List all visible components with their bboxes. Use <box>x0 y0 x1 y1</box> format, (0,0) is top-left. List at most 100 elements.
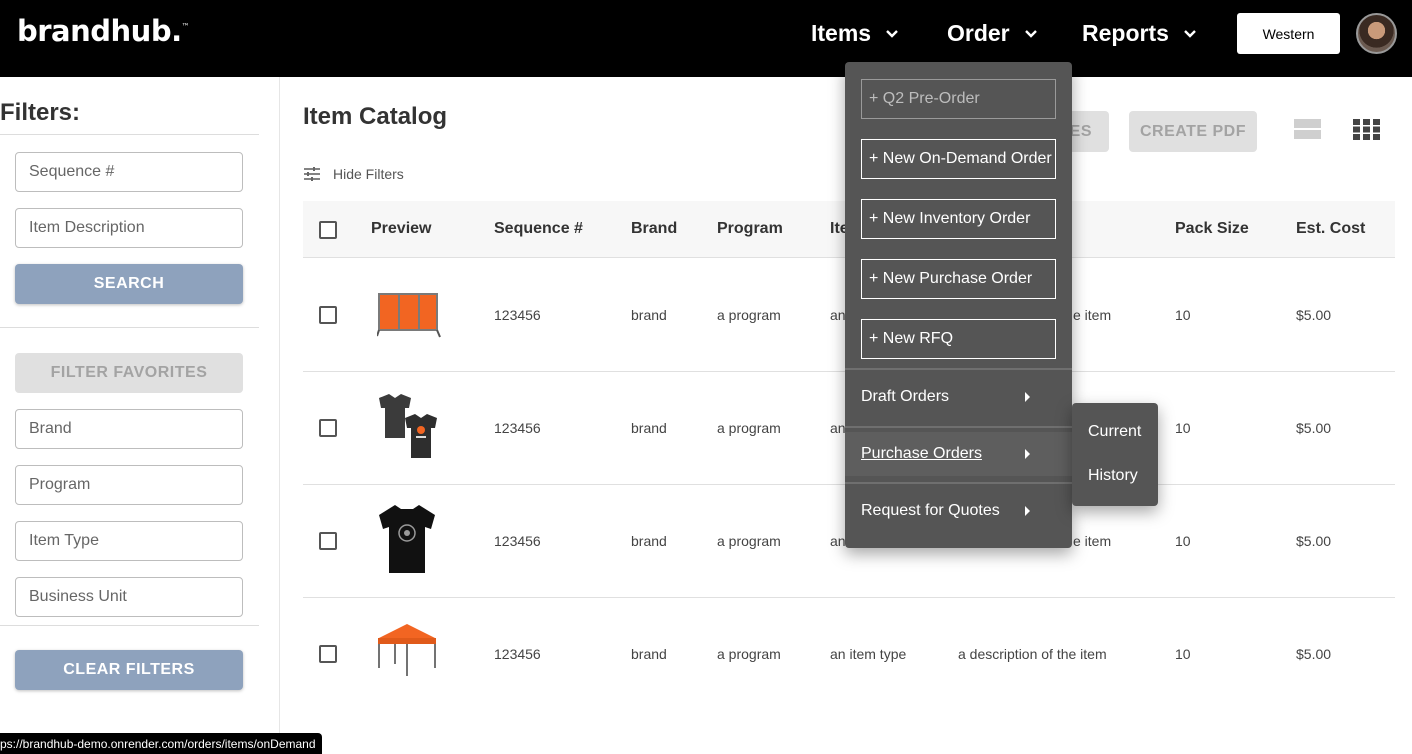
purchase-orders-label: Purchase Orders <box>861 445 982 462</box>
menu-divider <box>845 426 1072 428</box>
column-brand[interactable]: Brand <box>631 220 677 238</box>
logo-text: brandhub <box>17 14 172 48</box>
cell-sequence: 123456 <box>494 533 541 549</box>
cell-brand: brand <box>631 420 667 436</box>
new-on-demand-order-button[interactable]: + New On-Demand Order <box>861 139 1056 179</box>
filter-favorites-button[interactable]: FILTER FAVORITES <box>15 353 243 393</box>
filters-sidebar: Filters: Sequence # Item Description SEA… <box>0 77 280 754</box>
cell-item-type: an item type <box>830 646 907 662</box>
column-preview[interactable]: Preview <box>371 220 431 238</box>
column-est-cost[interactable]: Est. Cost <box>1296 220 1365 238</box>
caret-right-icon <box>1025 449 1030 459</box>
cell-brand: brand <box>631 307 667 323</box>
cell-sequence: 123456 <box>494 307 541 323</box>
cell-est-cost: $5.00 <box>1296 533 1332 549</box>
chevron-down-icon <box>1184 29 1196 38</box>
brandhub-logo[interactable]: brandhub.™ <box>17 14 190 48</box>
user-avatar[interactable] <box>1356 13 1397 54</box>
sequence-number-field[interactable]: Sequence # <box>15 152 243 192</box>
filters-title: Filters: <box>0 99 81 126</box>
cell-est-cost: $5.00 <box>1296 646 1332 662</box>
gray-tshirts-image <box>379 394 437 458</box>
page-title: Item Catalog <box>303 103 448 130</box>
request-for-quotes-menu-item[interactable]: Request for Quotes <box>861 502 1056 520</box>
order-dropdown-menu: + Q2 Pre-Order + New On-Demand Order + N… <box>845 62 1072 548</box>
nav-items-label: Items <box>811 20 872 46</box>
chevron-down-icon <box>886 29 898 38</box>
item-description-field[interactable]: Item Description <box>15 208 243 248</box>
top-navbar: brandhub.™ Items Order Reports Western <box>0 0 1412 77</box>
nav-reports-label: Reports <box>1082 20 1169 46</box>
cell-pack-size: 10 <box>1175 533 1191 549</box>
nav-items-menu[interactable]: Items <box>811 20 899 47</box>
purchase-orders-submenu: Current History <box>1072 403 1158 506</box>
create-pdf-button[interactable]: CREATE PDF <box>1129 111 1257 152</box>
cell-program: a program <box>717 420 781 436</box>
business-unit-filter-field[interactable]: Business Unit <box>15 577 243 617</box>
cell-pack-size: 10 <box>1175 420 1191 436</box>
nav-order-menu[interactable]: Order <box>947 20 1038 47</box>
column-pack-size[interactable]: Pack Size <box>1175 220 1249 238</box>
cell-program: a program <box>717 646 781 662</box>
new-inventory-order-button[interactable]: + New Inventory Order <box>861 199 1056 239</box>
cell-est-cost: $5.00 <box>1296 307 1332 323</box>
black-tshirt-image <box>379 505 435 573</box>
q2-pre-order-button[interactable]: + Q2 Pre-Order <box>861 79 1056 119</box>
divider <box>0 625 259 626</box>
list-view-icon[interactable] <box>1294 118 1321 140</box>
search-button[interactable]: SEARCH <box>15 264 243 304</box>
link-status-bar: ps://brandhub-demo.onrender.com/orders/i… <box>0 733 322 754</box>
cell-pack-size: 10 <box>1175 646 1191 662</box>
cell-sequence: 123456 <box>494 420 541 436</box>
logo-dot: . <box>171 14 182 48</box>
cell-est-cost: $5.00 <box>1296 420 1332 436</box>
brand-filter-field[interactable]: Brand <box>15 409 243 449</box>
grid-view-icon[interactable] <box>1353 119 1380 140</box>
row-checkbox[interactable] <box>319 419 337 437</box>
submenu-current[interactable]: Current <box>1088 423 1141 441</box>
chevron-down-icon <box>1024 29 1037 38</box>
column-sequence[interactable]: Sequence # <box>494 220 583 238</box>
cell-item-type: an <box>830 533 846 549</box>
caret-right-icon <box>1025 392 1030 402</box>
cell-description: e item <box>1073 533 1112 549</box>
territory-selector-button[interactable]: Western <box>1237 13 1340 54</box>
row-checkbox[interactable] <box>319 306 337 324</box>
logo-trademark: ™ <box>181 22 190 31</box>
hide-filters-toggle[interactable]: Hide Filters <box>303 166 404 182</box>
draft-orders-label: Draft Orders <box>861 388 950 405</box>
cell-sequence: 123456 <box>494 646 541 662</box>
cell-item-type: an <box>830 307 846 323</box>
menu-divider <box>845 368 1072 370</box>
divider <box>0 327 259 328</box>
purchase-orders-menu-item[interactable]: Purchase Orders <box>861 445 1056 463</box>
orange-tent-image <box>378 624 436 676</box>
select-all-checkbox[interactable] <box>319 221 337 239</box>
submenu-history[interactable]: History <box>1088 467 1138 485</box>
cell-description: e item <box>1073 307 1112 323</box>
new-purchase-order-button[interactable]: + New Purchase Order <box>861 259 1056 299</box>
nav-reports-menu[interactable]: Reports <box>1082 20 1197 47</box>
new-rfq-button[interactable]: + New RFQ <box>861 319 1056 359</box>
item-type-filter-field[interactable]: Item Type <box>15 521 243 561</box>
caret-right-icon <box>1025 506 1030 516</box>
nav-order-label: Order <box>947 20 1010 46</box>
row-checkbox[interactable] <box>319 645 337 663</box>
cell-brand: brand <box>631 533 667 549</box>
tune-icon <box>304 167 320 181</box>
menu-divider <box>845 482 1072 484</box>
hide-filters-label: Hide Filters <box>333 166 404 182</box>
program-filter-field[interactable]: Program <box>15 465 243 505</box>
cell-brand: brand <box>631 646 667 662</box>
cell-description: a description of the item <box>958 646 1107 662</box>
request-for-quotes-label: Request for Quotes <box>861 502 1000 519</box>
table-row[interactable]: 123456 brand a program an item type a de… <box>303 598 1395 711</box>
cell-item-type: an <box>830 420 846 436</box>
column-program[interactable]: Program <box>717 220 783 238</box>
draft-orders-menu-item[interactable]: Draft Orders <box>861 388 1056 406</box>
clear-filters-button[interactable]: CLEAR FILTERS <box>15 650 243 690</box>
cell-program: a program <box>717 307 781 323</box>
cell-pack-size: 10 <box>1175 307 1191 323</box>
orange-barricade-image <box>377 293 441 338</box>
row-checkbox[interactable] <box>319 532 337 550</box>
